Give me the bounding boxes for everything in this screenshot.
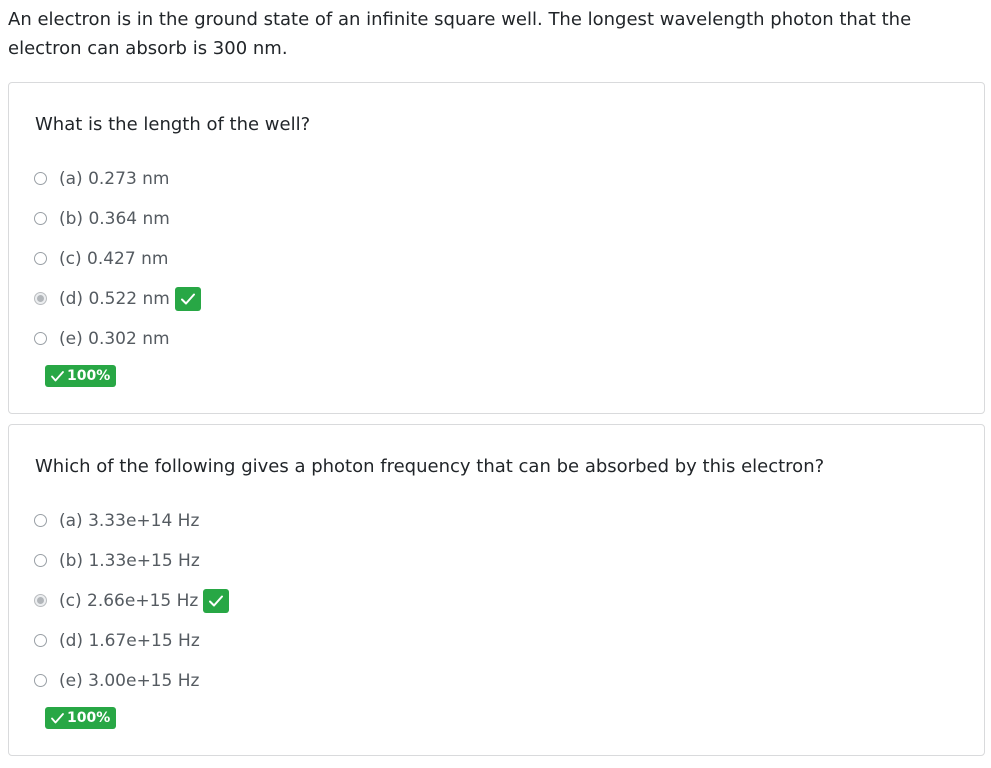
correct-badge [174, 287, 201, 311]
radio-icon[interactable] [34, 514, 47, 527]
radio-icon[interactable] [34, 674, 47, 687]
radio-icon[interactable] [34, 172, 47, 185]
radio-icon-selected[interactable] [34, 292, 47, 305]
option-label: (a) 3.33e+14 Hz [59, 511, 200, 531]
score-value: 100% [67, 368, 111, 384]
answer-option-c[interactable]: (c) 0.427 nm [34, 247, 201, 287]
answer-option-b[interactable]: (b) 1.33e+15 Hz [34, 549, 229, 589]
correct-badge [203, 589, 230, 613]
radio-icon[interactable] [34, 634, 47, 647]
answer-options: (a) 0.273 nm (b) 0.364 nm (c) 0.427 nm (… [34, 167, 201, 367]
question-prompt: Which of the following gives a photon fr… [35, 456, 825, 477]
answer-option-a[interactable]: (a) 3.33e+14 Hz [34, 509, 229, 549]
answer-option-b[interactable]: (b) 0.364 nm [34, 207, 201, 247]
checkmark-icon [51, 712, 64, 723]
question-prompt: What is the length of the well? [35, 114, 311, 135]
answer-options: (a) 3.33e+14 Hz (b) 1.33e+15 Hz (c) 2.66… [34, 509, 230, 709]
question-card-2: Which of the following gives a photon fr… [8, 424, 985, 756]
score-badge: 100% [45, 365, 117, 387]
option-label: (b) 0.364 nm [59, 209, 170, 229]
answer-option-d[interactable]: (d) 1.67e+15 Hz [34, 629, 229, 669]
question-card-1: What is the length of the well? (a) 0.27… [8, 82, 985, 414]
score-badge: 100% [45, 707, 117, 729]
option-label: (c) 2.66e+15 Hz [59, 591, 199, 611]
option-label: (a) 0.273 nm [59, 169, 170, 189]
option-label: (c) 0.427 nm [59, 249, 169, 269]
radio-icon[interactable] [34, 554, 47, 567]
radio-icon[interactable] [34, 212, 47, 225]
radio-icon-selected[interactable] [34, 594, 47, 607]
score-value: 100% [67, 710, 111, 726]
option-label: (d) 1.67e+15 Hz [59, 631, 200, 651]
option-label: (b) 1.33e+15 Hz [59, 551, 200, 571]
option-label: (e) 0.302 nm [59, 329, 170, 349]
checkmark-icon [180, 293, 195, 305]
checkmark-icon [51, 370, 64, 381]
answer-option-d[interactable]: (d) 0.522 nm [34, 287, 201, 327]
option-label: (d) 0.522 nm [59, 289, 170, 309]
answer-option-e[interactable]: (e) 0.302 nm [34, 327, 201, 367]
answer-option-e[interactable]: (e) 3.00e+15 Hz [34, 669, 229, 709]
checkmark-icon [209, 595, 224, 607]
radio-icon[interactable] [34, 332, 47, 345]
answer-option-c[interactable]: (c) 2.66e+15 Hz [34, 589, 230, 629]
problem-statement: An electron is in the ground state of an… [8, 9, 912, 59]
answer-option-a[interactable]: (a) 0.273 nm [34, 167, 201, 207]
option-label: (e) 3.00e+15 Hz [59, 671, 200, 691]
radio-icon[interactable] [34, 252, 47, 265]
